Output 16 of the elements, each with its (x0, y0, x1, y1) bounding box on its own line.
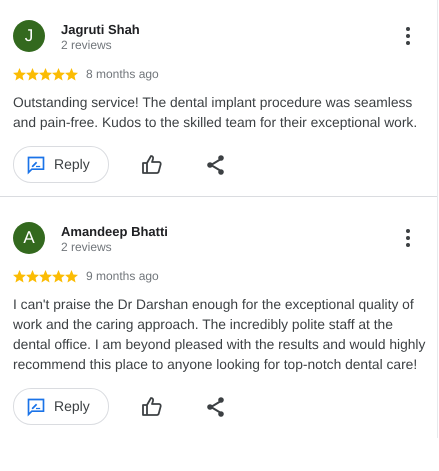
reply-button[interactable]: Reply (13, 146, 109, 183)
review-time: 8 months ago (86, 66, 159, 83)
reviewer-name[interactable]: Amandeep Bhatti (61, 224, 396, 240)
reply-icon (26, 154, 46, 174)
avatar[interactable]: J (13, 20, 45, 52)
reviewer-name[interactable]: Jagruti Shah (61, 22, 396, 38)
review-text: I can't praise the Dr Darshan enough for the exceptional quality of work and the caring approach. The incredibly polite staff at the dental office. I am beyond pleased with the results and would highly recommend this place to anyone looking for top-notch dental care! (13, 296, 426, 374)
review-count: 2 reviews (61, 240, 113, 255)
review-count: 2 reviews (61, 38, 113, 53)
thumbs-up-icon[interactable] (140, 394, 164, 418)
reply-icon (26, 396, 46, 416)
avatar[interactable]: A (13, 222, 45, 254)
review-time: 9 months ago (86, 268, 159, 285)
reply-button[interactable]: Reply (13, 388, 109, 425)
thumbs-up-icon[interactable] (140, 152, 164, 176)
review-text: Outstanding service! The dental implant procedure was seamless and pain-free. Kudos to the skilled team for their exceptional work. (13, 94, 418, 132)
